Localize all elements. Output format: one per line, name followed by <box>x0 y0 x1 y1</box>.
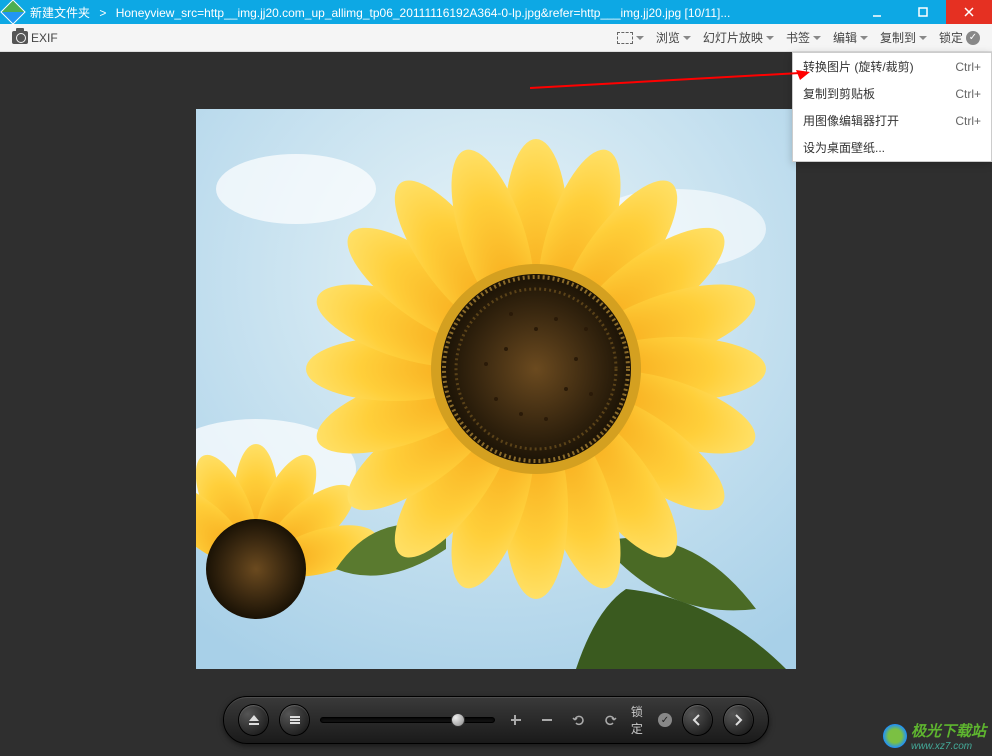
menu-label: 用图像编辑器打开 <box>803 112 899 129</box>
edit-label: 编辑 <box>833 29 857 46</box>
titlebar-text: 新建文件夹 > Honeyview_src=http__img.jj20.com… <box>26 4 854 21</box>
plus-icon <box>509 713 523 727</box>
chevron-right-icon <box>731 713 745 727</box>
lock-button[interactable]: 锁定 ✓ <box>933 24 986 52</box>
watermark: 极光下载站 www.xz7.com <box>883 720 986 752</box>
chevron-down-icon <box>683 36 691 40</box>
eject-button[interactable] <box>238 704 269 736</box>
prev-button[interactable] <box>682 704 713 736</box>
menu-item-copy-clipboard[interactable]: 复制到剪贴板 Ctrl+ <box>793 80 991 107</box>
close-icon <box>963 6 975 18</box>
exif-label: EXIF <box>31 31 58 45</box>
chevron-down-icon <box>766 36 774 40</box>
zoom-out-button[interactable] <box>537 709 558 731</box>
rotate-right-button[interactable] <box>599 709 620 731</box>
window-titlebar: 新建文件夹 > Honeyview_src=http__img.jj20.com… <box>0 0 992 24</box>
minus-icon <box>540 713 554 727</box>
rotate-right-icon <box>603 713 617 727</box>
slideshow-button[interactable]: 幻灯片放映 <box>697 24 780 52</box>
menu-label: 设为桌面壁纸... <box>803 139 885 156</box>
bookmark-label: 书签 <box>786 29 810 46</box>
menu-label: 复制到剪贴板 <box>803 85 875 102</box>
rotate-left-button[interactable] <box>568 709 589 731</box>
slideshow-label: 幻灯片放映 <box>703 29 763 46</box>
check-icon: ✓ <box>966 31 980 45</box>
edit-button[interactable]: 编辑 <box>827 24 874 52</box>
minimize-button[interactable] <box>854 0 900 24</box>
menu-item-open-editor[interactable]: 用图像编辑器打开 Ctrl+ <box>793 107 991 134</box>
window-controls <box>854 0 992 24</box>
watermark-logo-icon <box>883 724 907 748</box>
zoom-slider[interactable] <box>320 717 495 723</box>
exif-button[interactable]: EXIF <box>6 24 64 52</box>
menu-item-convert[interactable]: 转换图片 (旋转/裁剪) Ctrl+ <box>793 53 991 80</box>
fit-icon <box>617 32 633 44</box>
lock-text: 锁定 <box>631 703 654 737</box>
browse-button[interactable]: 浏览 <box>650 24 697 52</box>
bookmark-button[interactable]: 书签 <box>780 24 827 52</box>
chevron-left-icon <box>690 713 704 727</box>
zoom-in-button[interactable] <box>505 709 526 731</box>
maximize-button[interactable] <box>900 0 946 24</box>
watermark-sub: www.xz7.com <box>911 741 986 752</box>
menu-shortcut: Ctrl+ <box>955 114 981 128</box>
chevron-down-icon <box>860 36 868 40</box>
lock-toggle[interactable]: 锁定 ✓ <box>631 703 672 737</box>
slider-thumb[interactable] <box>451 713 465 727</box>
displayed-image[interactable] <box>196 109 796 669</box>
app-icon <box>0 0 25 25</box>
chevron-down-icon <box>919 36 927 40</box>
close-button[interactable] <box>946 0 992 24</box>
maximize-icon <box>917 6 929 18</box>
menu-icon <box>288 713 302 727</box>
breadcrumb-arrow: > <box>93 6 112 20</box>
sunflower-image <box>196 109 796 669</box>
main-toolbar: EXIF 浏览 幻灯片放映 书签 编辑 复制到 锁定 ✓ <box>0 24 992 52</box>
menu-item-set-wallpaper[interactable]: 设为桌面壁纸... <box>793 134 991 161</box>
edit-dropdown-menu: 转换图片 (旋转/裁剪) Ctrl+ 复制到剪贴板 Ctrl+ 用图像编辑器打开… <box>792 52 992 162</box>
check-icon: ✓ <box>658 713 672 727</box>
watermark-main: 极光下载站 <box>911 723 986 740</box>
chevron-down-icon <box>636 36 644 40</box>
player-controls: 锁定 ✓ <box>223 696 769 744</box>
camera-icon <box>12 31 28 44</box>
fit-mode-button[interactable] <box>611 24 650 52</box>
copyto-label: 复制到 <box>880 29 916 46</box>
menu-shortcut: Ctrl+ <box>955 87 981 101</box>
file-name: Honeyview_src=http__img.jj20.com_up_alli… <box>116 6 731 20</box>
minimize-icon <box>871 6 883 18</box>
browse-label: 浏览 <box>656 29 680 46</box>
chevron-down-icon <box>813 36 821 40</box>
menu-shortcut: Ctrl+ <box>955 60 981 74</box>
lock-label: 锁定 <box>939 29 963 46</box>
rotate-left-icon <box>572 713 586 727</box>
menu-label: 转换图片 (旋转/裁剪) <box>803 58 914 75</box>
next-button[interactable] <box>723 704 754 736</box>
eject-icon <box>247 713 261 727</box>
menu-button[interactable] <box>279 704 310 736</box>
folder-name: 新建文件夹 <box>30 6 90 20</box>
copyto-button[interactable]: 复制到 <box>874 24 933 52</box>
